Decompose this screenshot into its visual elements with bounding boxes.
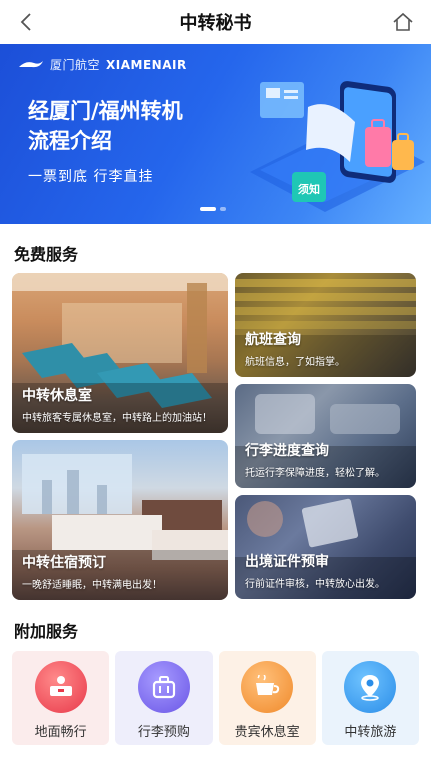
home-button[interactable] — [387, 6, 419, 38]
airline-logo: 厦门航空 XIAMENAIR — [18, 56, 187, 73]
carousel-dot — [220, 207, 226, 211]
banner-headline: 经厦门/福州转机 流程介绍 — [28, 96, 183, 156]
service-label: 贵宾休息室 — [234, 725, 300, 740]
promo-banner[interactable]: 厦门航空 XIAMENAIR 经厦门/福州转机 流程介绍 一票到底 行李直挂 须… — [0, 44, 431, 224]
baggage-progress-card[interactable]: 行李进度查询 托运行李保障进度，轻松了解。 — [235, 384, 416, 488]
card-desc: 托运行李保障进度，轻松了解。 — [245, 468, 385, 479]
service-label: 中转旅游 — [344, 725, 397, 740]
card-title: 行李进度查询 — [245, 443, 329, 459]
reception-desk-icon — [34, 661, 87, 713]
egret-logo-icon — [19, 60, 43, 67]
map-pin-icon — [344, 661, 397, 713]
ground-service-button[interactable]: 地面畅行 — [12, 651, 110, 745]
card-title: 中转住宿预订 — [22, 555, 106, 571]
carousel-dot-active — [200, 207, 216, 211]
card-desc: 行前证件审核，中转放心出发。 — [245, 579, 385, 590]
transfer-illustration: 须知 — [250, 81, 425, 212]
additional-services-title: 附加服务 — [14, 622, 79, 641]
banner-headline-line1: 经厦门/福州转机 — [28, 99, 183, 123]
page-title: 中转秘书 — [179, 13, 252, 34]
transfer-lounge-card[interactable]: 中转休息室 中转旅客专属休息室，中转路上的加油站！ — [12, 273, 228, 433]
card-title: 出境证件预审 — [245, 554, 329, 570]
vip-lounge-button[interactable]: 贵宾休息室 — [218, 651, 316, 745]
card-title: 中转休息室 — [22, 388, 92, 404]
suitcase-icon — [137, 661, 190, 713]
nav-header: 中转秘书 — [0, 0, 431, 44]
transfer-hotel-card[interactable]: 中转住宿预订 一晚舒适睡眠，中转满电出发！ — [12, 440, 228, 600]
baggage-purchase-button[interactable]: 行李预购 — [115, 651, 213, 745]
transfer-tour-button[interactable]: 中转旅游 — [321, 651, 419, 745]
notice-badge: 须知 — [298, 182, 320, 196]
additional-services-grid: 地面畅行 行李预购 贵宾休息室 中转旅游 — [12, 651, 419, 745]
home-icon — [393, 12, 413, 31]
card-desc: 航班信息，了如指掌。 — [245, 357, 345, 368]
carousel-indicator — [200, 207, 226, 211]
card-desc: 一晚舒适睡眠，中转满电出发！ — [22, 580, 162, 591]
flight-query-card[interactable]: 航班查询 航班信息，了如指掌。 — [235, 273, 416, 377]
coffee-cup-icon — [241, 661, 294, 713]
card-desc: 中转旅客专属休息室，中转路上的加油站！ — [22, 413, 212, 424]
card-title: 航班查询 — [245, 332, 301, 348]
brand-cn: 厦门航空 — [50, 58, 101, 72]
banner-headline-line2: 流程介绍 — [28, 129, 112, 153]
banner-subline: 一票到底 行李直挂 — [28, 169, 154, 185]
free-services-title: 免费服务 — [14, 245, 79, 264]
back-button[interactable] — [10, 6, 42, 38]
document-precheck-card[interactable]: 出境证件预审 行前证件审核，中转放心出发。 — [235, 495, 416, 599]
service-label: 地面畅行 — [34, 725, 87, 740]
chevron-left-icon — [20, 13, 31, 31]
service-label: 行李预购 — [137, 725, 190, 740]
brand-en: XIAMENAIR — [106, 57, 187, 72]
